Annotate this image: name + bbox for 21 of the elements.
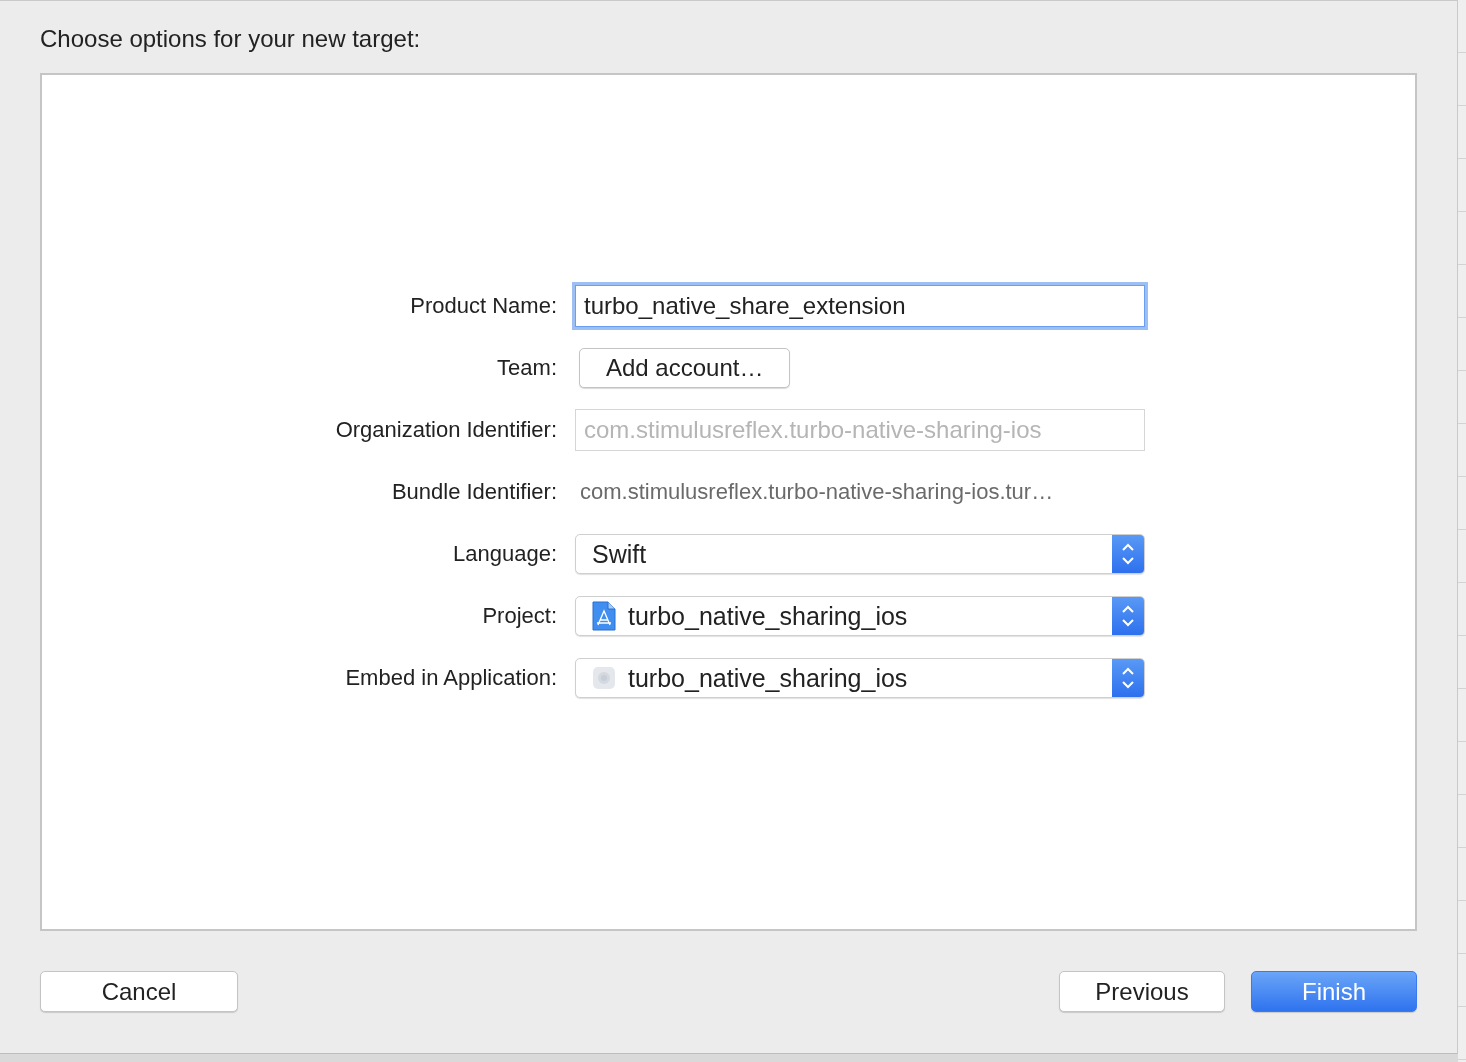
project-file-icon [592,601,616,631]
chevrons-icon [1112,659,1144,697]
chevrons-icon [1112,535,1144,573]
dialog-button[interactable]: Cancel [40,971,238,1012]
field-label: Project: [481,603,558,629]
add-account-button[interactable]: Add account… [579,348,791,388]
popup-button[interactable]: turbo_native_sharing_ios [575,596,1145,636]
bundle-identifier-value: com.stimulusreflex.turbo-native-sharing-ios.tur… [579,479,1054,504]
field-label: Product Name: [409,293,558,319]
field-label: Bundle Identifier: [390,479,558,505]
popup-button[interactable]: turbo_native_sharing_ios [575,658,1145,698]
field-label: Organization Identifier: [334,417,558,443]
field-label: Language: [452,541,558,567]
field-label: Embed in Application: [344,665,558,691]
field-label: Team: [496,355,558,381]
dialog-button[interactable]: Previous [1059,971,1225,1012]
chevrons-icon [1112,597,1144,635]
popup-button[interactable]: Swift [575,534,1145,574]
dialog-title: Choose options for your new target: [40,24,422,54]
text-field[interactable]: turbo_native_share_extension [575,285,1145,327]
text-field[interactable]: com.stimulusreflex.turbo-native-sharing-ios [575,409,1145,451]
